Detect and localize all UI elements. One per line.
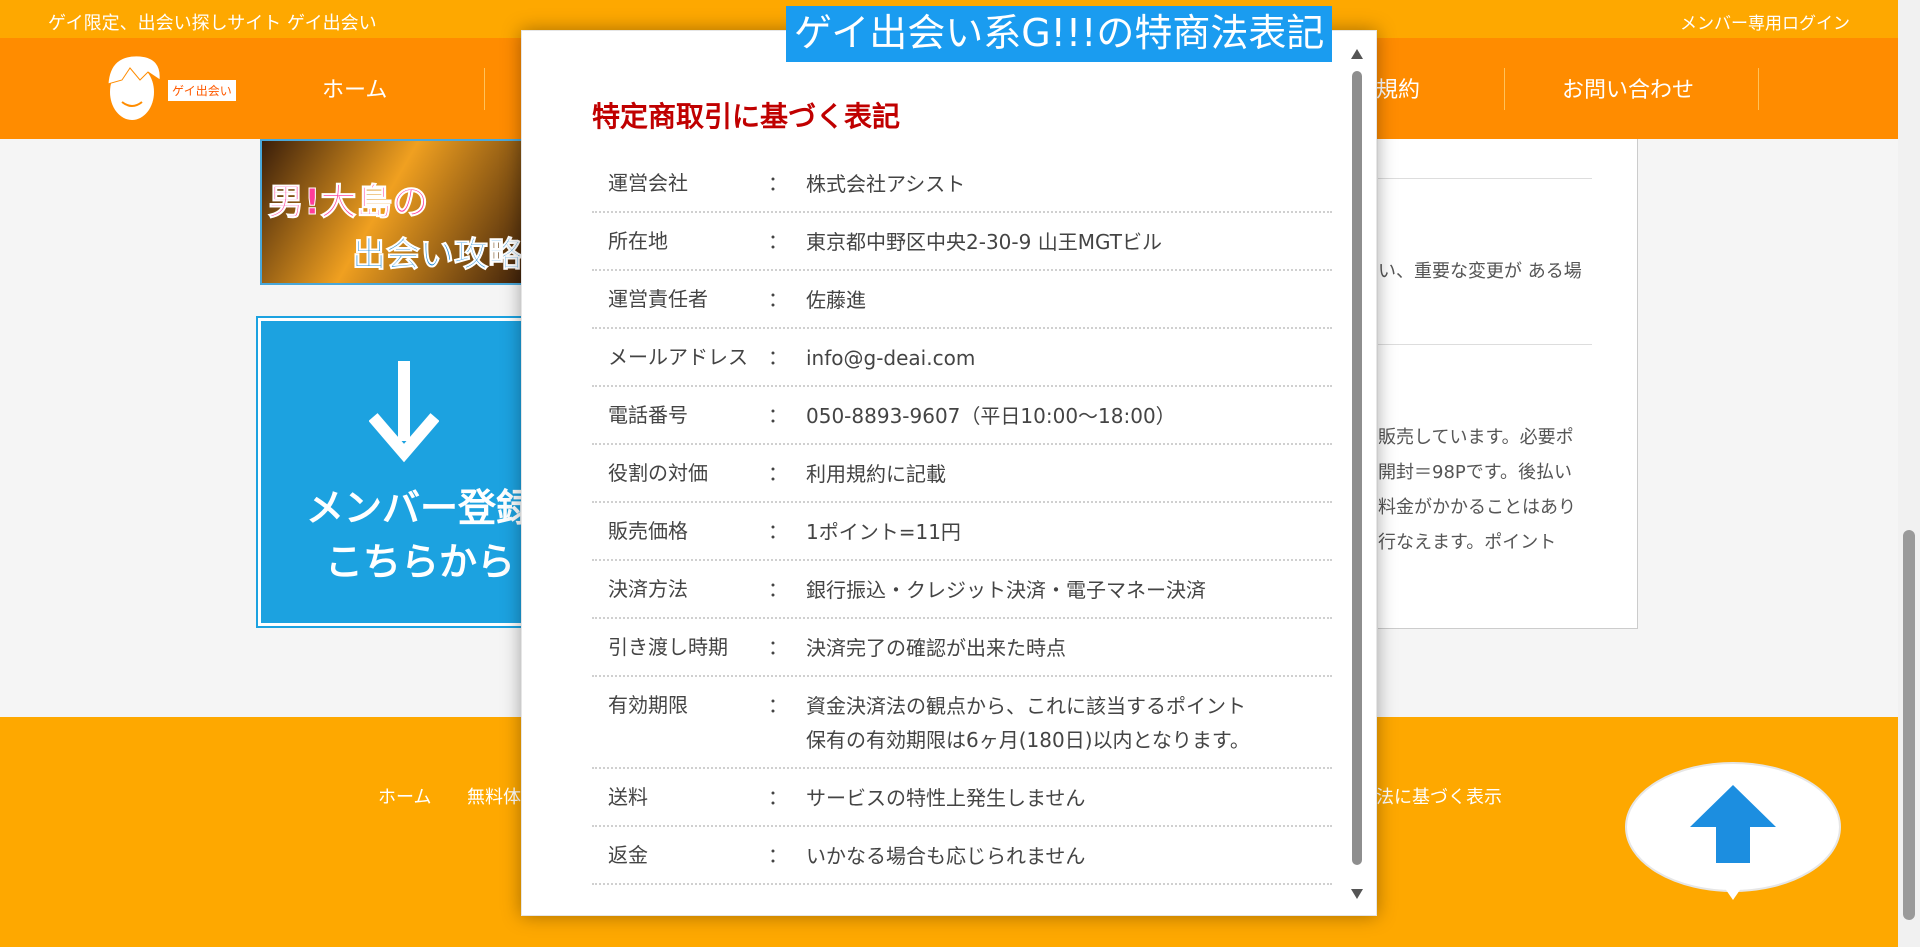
info-value: 資金決済法の観点から、これに該当するポイント 保有の有効期限は6ヶ月(180日)…: [806, 694, 1250, 752]
info-row: 運営責任者 ： 佐藤進: [592, 271, 1332, 329]
info-colon: ：: [768, 287, 788, 311]
footer-link-free-trial[interactable]: 無料体: [467, 783, 521, 809]
legal-notice-modal: 特定商取引に基づく表記 運営会社 ： 株式会社アシスト所在地 ： 東京都中野区中央2-3…: [521, 30, 1377, 916]
logo-label: ゲイ出会い: [168, 80, 236, 101]
info-key: 有効期限: [608, 693, 688, 717]
arrow-down-icon: [369, 361, 439, 463]
nav-terms[interactable]: 規約: [1376, 72, 1420, 104]
register-banner-text: メンバー登録 こちらから: [305, 486, 534, 584]
register-banner[interactable]: メンバー登録 こちらから: [256, 316, 536, 628]
member-login-link[interactable]: メンバー専用ログイン: [1680, 9, 1850, 34]
info-row: 送料 ： サービスの特性上発生しません: [592, 769, 1332, 827]
info-key: 所在地: [608, 229, 668, 253]
info-colon: ：: [768, 171, 788, 195]
info-key: 決済方法: [608, 577, 688, 601]
info-colon: ：: [768, 519, 788, 543]
modal-scrollbar[interactable]: [1350, 47, 1364, 901]
page-caption: ゲイ出会い系G!!!の特商法表記: [786, 6, 1333, 62]
info-row: 販売価格 ： 1ポイント=11円: [592, 503, 1332, 561]
footer-link-home[interactable]: ホーム: [378, 783, 431, 809]
banner-subtitle: 出会い攻略: [352, 235, 523, 276]
info-value[interactable]: info@g-deai.com: [806, 341, 1332, 375]
info-value: サービスの特性上発生しません: [806, 786, 1086, 810]
strategy-banner[interactable]: 男!大島の 出会い攻略: [260, 139, 530, 285]
divider: [1378, 344, 1592, 345]
info-row: 返金 ： いかなる場合も応じられません: [592, 827, 1332, 885]
info-colon: ：: [768, 345, 788, 369]
banner-title: 男!大島の: [267, 182, 429, 224]
info-colon: ：: [768, 461, 788, 485]
info-key: 運営会社: [608, 171, 688, 195]
content-text: 開封＝98Pです。後払い: [1378, 462, 1572, 483]
nav-contact[interactable]: お問い合わせ: [1562, 72, 1694, 104]
divider: [1378, 178, 1592, 179]
nav-divider: [484, 68, 485, 110]
info-colon: ：: [768, 693, 788, 717]
info-colon: ：: [768, 577, 788, 601]
content-text: い、重要な変更が ある場: [1378, 261, 1582, 282]
info-row: 電話番号 ： 050-8893-9607（平日10:00〜18:00）: [592, 387, 1332, 445]
scroll-up-icon[interactable]: [1351, 49, 1363, 59]
content-text: 行なえます。ポイント: [1378, 532, 1557, 553]
content-panel: い、重要な変更が ある場 販売しています。必要ポ 開封＝98Pです。後払い 料金…: [1378, 139, 1638, 629]
info-table: 運営会社：株式会社アシスト 所在地：東京都中野区中央2-30-9 山王MGTビル運…: [592, 155, 1332, 885]
scroll-down-icon[interactable]: [1351, 889, 1363, 899]
info-colon: ：: [768, 635, 788, 659]
info-row: メールアドレス ： info@g-deai.com: [592, 329, 1332, 387]
info-colon: ：: [768, 229, 788, 253]
content-text: 販売しています。必要ポ: [1378, 427, 1574, 448]
page-scrollbar[interactable]: [1898, 0, 1920, 947]
modal-heading: 特定商取引に基づく表記: [592, 100, 901, 133]
info-value: 050-8893-9607（平日10:00〜18:00）: [806, 404, 1176, 428]
info-value: 利用規約に記載: [806, 462, 946, 486]
info-value: 1ポイント=11円: [806, 520, 961, 544]
info-colon: ：: [768, 403, 788, 427]
site-tagline: ゲイ限定、出会い探しサイト ゲイ出会い: [48, 13, 377, 34]
logo-face-icon: [107, 55, 161, 120]
nav-divider: [1758, 68, 1759, 110]
info-row: 運営会社 ： 株式会社アシスト: [592, 155, 1332, 213]
info-key: 電話番号: [608, 403, 688, 427]
info-row: 有効期限 ： 資金決済法の観点から、これに該当するポイント 保有の有効期限は6ヶ月(…: [592, 677, 1332, 769]
info-key: メールアドレス: [608, 345, 748, 369]
modal-scrollbar-thumb[interactable]: [1352, 71, 1362, 865]
content-text: 料金がかかることはあり: [1378, 497, 1576, 518]
info-key: 販売価格: [608, 519, 688, 543]
info-value: 佐藤進: [806, 288, 866, 312]
info-row: 所在地 ： 東京都中野区中央2-30-9 山王MGTビル: [592, 213, 1332, 271]
info-row: 役割の対価 ： 利用規約に記載: [592, 445, 1332, 503]
info-value: 決済完了の確認が出来た時点: [806, 636, 1066, 660]
footer-link-legal[interactable]: 引法に基づく表示: [1358, 783, 1502, 809]
modal-body: 特定商取引に基づく表記 運営会社 ： 株式会社アシスト所在地 ： 東京都中野区中央2-3…: [536, 45, 1344, 901]
info-key: 送料: [608, 785, 648, 809]
nav-home[interactable]: ホーム: [322, 72, 387, 104]
info-value: 株式会社アシスト: [806, 172, 966, 196]
site-logo[interactable]: ゲイ出会い: [100, 50, 240, 126]
info-value: 東京都中野区中央2-30-9 山王MGTビル: [806, 230, 1162, 254]
info-value: 銀行振込・クレジット決済・電子マネー決済: [806, 578, 1206, 602]
info-row: 決済方法 ： 銀行振込・クレジット決済・電子マネー決済: [592, 561, 1332, 619]
back-to-top-button[interactable]: [1624, 755, 1842, 900]
info-colon: ：: [768, 785, 788, 809]
page-scrollbar-thumb[interactable]: [1903, 530, 1915, 920]
info-key: 運営責任者: [608, 287, 708, 311]
info-key: 引き渡し時期: [608, 635, 728, 659]
info-key: 返金: [608, 843, 648, 867]
info-row: 引き渡し時期 ： 決済完了の確認が出来た時点: [592, 619, 1332, 677]
info-colon: ：: [768, 843, 788, 867]
info-value: いかなる場合も応じられません: [806, 844, 1086, 868]
info-key: 役割の対価: [608, 461, 708, 485]
nav-divider: [1504, 68, 1505, 110]
